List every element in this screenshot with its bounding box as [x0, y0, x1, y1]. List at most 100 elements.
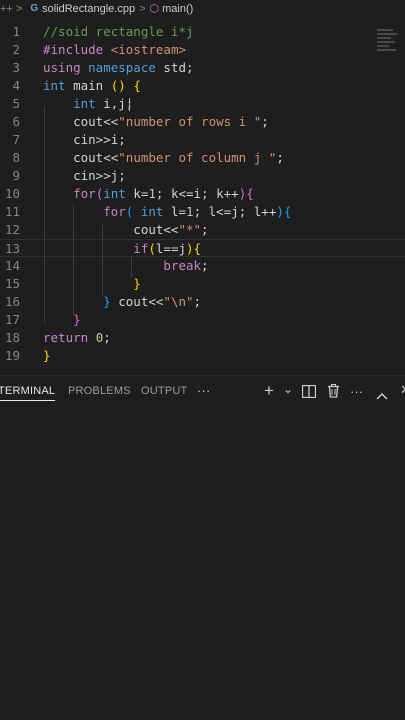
- code-text[interactable]: #include <iostream>: [43, 41, 186, 59]
- code-line[interactable]: 18 return 0;: [0, 329, 405, 347]
- code-token: (: [125, 204, 141, 219]
- code-line[interactable]: 10 for(int k=1; k<=i; k++){: [0, 185, 405, 203]
- code-text[interactable]: break;: [43, 257, 208, 275]
- code-line[interactable]: 5 int i,j;: [0, 95, 405, 113]
- code-token: "\n": [163, 294, 194, 309]
- code-token: cout<<: [43, 114, 119, 129]
- code-line[interactable]: 1 //soid rectangle i*j: [0, 23, 405, 41]
- new-terminal-button[interactable]: +: [264, 382, 274, 400]
- code-line[interactable]: 2 #include <iostream>: [0, 41, 405, 59]
- code-token: if: [43, 241, 149, 256]
- code-text[interactable]: int i,j;: [43, 95, 133, 113]
- line-number: 13: [4, 241, 20, 256]
- code-text[interactable]: for(int k=1; k<=i; k++){: [43, 185, 254, 203]
- code-token: cout<<: [43, 222, 179, 237]
- code-line[interactable]: 9 cin>>j;: [0, 167, 405, 185]
- code-text[interactable]: cin>>i;: [43, 131, 126, 149]
- code-token: {: [246, 186, 254, 201]
- code-token: ; l<=j; l++: [193, 204, 277, 219]
- code-line[interactable]: 12 cout<<"*";: [0, 221, 405, 239]
- split-icon: [301, 384, 317, 399]
- code-token: }: [43, 276, 141, 291]
- code-text[interactable]: cout<<"number of column j ";: [43, 149, 284, 167]
- line-number: 15: [4, 276, 20, 291]
- line-number: 2: [12, 42, 20, 57]
- code-line[interactable]: 19}: [0, 347, 405, 365]
- code-text[interactable]: using namespace std;: [43, 59, 194, 77]
- breadcrumb-file[interactable]: solidRectangle.cpp: [42, 3, 135, 15]
- code-line[interactable]: 7 cin>>i;: [0, 131, 405, 149]
- code-token: "number of column j ": [118, 150, 277, 165]
- cpp-file-icon: G: [30, 3, 39, 14]
- close-panel-button[interactable]: ✕: [400, 381, 405, 399]
- terminal-area[interactable]: [0, 410, 405, 720]
- line-number: 1: [12, 24, 20, 39]
- line-number: 6: [12, 114, 20, 129]
- code-text[interactable]: cout<<"*";: [43, 221, 208, 239]
- code-text[interactable]: //soid rectangle i*j: [43, 23, 194, 41]
- code-editor[interactable]: 1 //soid rectangle i*j 2 #include <iostream…: [0, 17, 405, 367]
- chevron-down-icon[interactable]: ⌄: [283, 380, 293, 398]
- method-cube-icon: ⬡: [149, 3, 160, 15]
- line-number: 19: [4, 348, 20, 363]
- line-number: 4: [12, 78, 20, 93]
- code-token: int: [43, 96, 104, 111]
- code-line[interactable]: 8 cout<<"number of column j ";: [0, 149, 405, 167]
- code-token: l=: [170, 204, 187, 219]
- code-token: k=: [133, 186, 149, 201]
- code-token: ): [276, 204, 284, 219]
- code-text[interactable]: int main () {: [43, 77, 141, 95]
- tab-output[interactable]: OUTPUT: [141, 385, 187, 397]
- code-text[interactable]: } cout<<"\n";: [43, 293, 201, 311]
- line-number: 8: [12, 150, 20, 165]
- split-terminal-button[interactable]: [301, 384, 317, 402]
- code-token: "*": [178, 222, 202, 237]
- maximize-panel-button[interactable]: [376, 386, 388, 404]
- line-number: 18: [4, 330, 20, 345]
- code-line[interactable]: 3 using namespace std;: [0, 59, 405, 77]
- code-line[interactable]: 15 }: [0, 275, 405, 293]
- code-token: ): [186, 241, 194, 256]
- code-line[interactable]: 4 int main () {: [0, 77, 405, 95]
- code-token: int: [43, 78, 74, 93]
- code-line[interactable]: 17 }: [0, 311, 405, 329]
- code-line[interactable]: 16 } cout<<"\n";: [0, 293, 405, 311]
- tab-terminal[interactable]: TERMINAL: [0, 385, 56, 401]
- breadcrumb-symbol[interactable]: main(): [162, 3, 193, 15]
- code-token: () {: [110, 78, 141, 93]
- line-number: 3: [12, 60, 20, 75]
- line-number: 7: [12, 132, 20, 147]
- tab-problems[interactable]: PROBLEMS: [68, 385, 131, 397]
- code-token: cin>>j;: [43, 168, 126, 183]
- code-line[interactable]: 14 break;: [0, 257, 405, 275]
- code-token: return: [43, 330, 96, 345]
- kill-terminal-button[interactable]: [327, 384, 340, 402]
- code-text[interactable]: return 0;: [43, 329, 111, 347]
- code-text[interactable]: cin>>j;: [43, 167, 126, 185]
- code-text[interactable]: cout<<"number of rows i ";: [43, 113, 269, 131]
- code-token: 1: [186, 204, 194, 219]
- breadcrumb: ++ > G solidRectangle.cpp > ⬡ main(): [0, 0, 405, 17]
- code-text[interactable]: }: [43, 275, 141, 293]
- line-number: 12: [4, 222, 20, 237]
- code-token: {: [283, 204, 292, 219]
- code-token: }: [43, 348, 51, 363]
- code-token: l==j: [155, 241, 186, 256]
- more-actions-button[interactable]: ···: [350, 383, 363, 401]
- code-token: ;: [276, 150, 284, 165]
- code-line[interactable]: 13 if(l==j){: [0, 239, 405, 257]
- code-line[interactable]: 6 cout<<"number of rows i ";: [0, 113, 405, 131]
- line-number: 11: [4, 204, 20, 219]
- code-token: main: [73, 78, 111, 93]
- code-text[interactable]: }: [43, 311, 81, 329]
- code-line[interactable]: 11 for( int l=1; l<=j; l++){: [0, 203, 405, 221]
- code-text[interactable]: for( int l=1; l<=j; l++){: [43, 203, 291, 221]
- code-text[interactable]: if(l==j){: [43, 240, 201, 258]
- breadcrumb-separator: >: [139, 2, 146, 15]
- more-tabs-button[interactable]: ···: [197, 383, 211, 398]
- code-token: ;: [103, 330, 111, 345]
- chevron-up-icon: [376, 392, 388, 400]
- code-text[interactable]: }: [43, 347, 51, 365]
- code-token: using: [43, 60, 89, 75]
- code-token: {: [193, 241, 202, 256]
